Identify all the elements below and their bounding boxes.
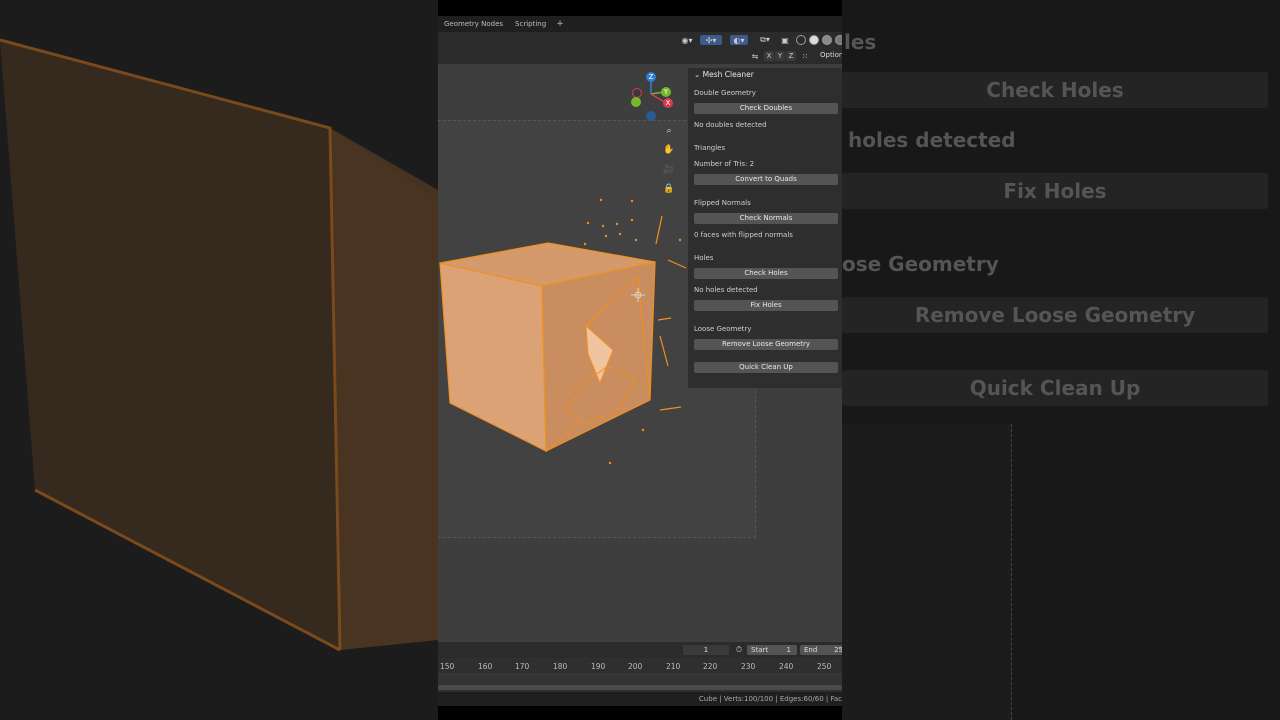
doubles-status: No doubles detected bbox=[694, 121, 767, 129]
axis-z-toggle[interactable]: Z bbox=[786, 51, 796, 61]
blurred-top-fragment: les bbox=[844, 30, 877, 54]
blurred-check-holes: Check Holes bbox=[842, 72, 1268, 108]
blurred-cube-shape bbox=[0, 38, 438, 652]
status-bar: Cube | Verts:100/100 | Edges:60/60 | Fac bbox=[438, 692, 842, 706]
gizmo-neg-z[interactable] bbox=[646, 111, 656, 121]
right-blurred-background: les Check Holes holes detected Fix Holes… bbox=[842, 0, 1280, 720]
holes-label: Holes bbox=[694, 254, 714, 262]
overlay-toggle-icon[interactable]: ◐▾ bbox=[730, 35, 748, 45]
mesh-cleaner-panel: ⌄ Mesh Cleaner Double Geometry Check Dou… bbox=[688, 68, 842, 388]
top-bar bbox=[438, 0, 842, 16]
remove-loose-geometry-button[interactable]: Remove Loose Geometry bbox=[694, 339, 838, 350]
add-workspace-button[interactable]: + bbox=[552, 19, 568, 29]
wireframe-shading-icon[interactable] bbox=[796, 35, 806, 45]
timeline-header: 1 ⏱ Start 1 End 25 bbox=[438, 642, 842, 658]
snap-icon[interactable]: ⁙ bbox=[800, 51, 810, 61]
check-holes-button[interactable]: Check Holes bbox=[694, 268, 838, 279]
solid-shading-icon[interactable] bbox=[809, 35, 819, 45]
blurred-fix-holes: Fix Holes bbox=[842, 173, 1268, 209]
start-frame-field[interactable]: Start 1 bbox=[747, 645, 797, 655]
frame-tick: 160 bbox=[478, 662, 493, 671]
axis-y-toggle[interactable]: Y bbox=[775, 51, 785, 61]
axis-x-toggle[interactable]: X bbox=[764, 51, 774, 61]
left-blurred-background bbox=[0, 0, 438, 720]
check-doubles-button[interactable]: Check Doubles bbox=[694, 103, 838, 114]
camera-view-icon[interactable]: 🎥 bbox=[662, 163, 676, 177]
stopwatch-icon[interactable]: ⏱ bbox=[734, 645, 744, 655]
workspace-tabs: Geometry Nodes Scripting + bbox=[438, 16, 842, 32]
blurred-loose-geometry: ose Geometry bbox=[842, 252, 999, 276]
timeline-scrollbar[interactable] bbox=[438, 685, 842, 690]
blender-window: Geometry Nodes Scripting + ◉▾ ✣▾ ◐▾ ⧉▾ ▣… bbox=[438, 0, 842, 720]
frame-tick: 250 bbox=[817, 662, 832, 671]
scene-statistics: Cube | Verts:100/100 | Edges:60/60 | Fac bbox=[698, 695, 842, 703]
frame-tick: 230 bbox=[741, 662, 756, 671]
blurred-remove-loose: Remove Loose Geometry bbox=[842, 297, 1268, 333]
toggle-xray-icon[interactable]: ▣ bbox=[780, 35, 790, 45]
current-frame-field[interactable]: 1 bbox=[683, 645, 729, 655]
gizmo-x-axis[interactable]: X bbox=[663, 98, 673, 108]
timeline[interactable]: 150 160 170 180 190 200 210 220 230 240 … bbox=[438, 658, 842, 692]
double-geometry-label: Double Geometry bbox=[694, 89, 756, 97]
triangles-label: Triangles bbox=[694, 144, 726, 152]
viewport-header: ◉▾ ✣▾ ◐▾ ⧉▾ ▣ bbox=[438, 32, 842, 48]
blurred-viewport-area bbox=[842, 424, 1012, 720]
convert-to-quads-button[interactable]: Convert to Quads bbox=[694, 174, 838, 185]
loose-geometry-label: Loose Geometry bbox=[694, 325, 752, 333]
chevron-down-icon[interactable]: ⌄ bbox=[694, 70, 703, 79]
panel-title[interactable]: ⌄ Mesh Cleaner bbox=[694, 70, 754, 79]
zoom-icon[interactable]: ⌕ bbox=[662, 124, 676, 138]
frame-tick: 170 bbox=[515, 662, 530, 671]
bottom-bar bbox=[438, 706, 842, 720]
flipped-normals-label: Flipped Normals bbox=[694, 199, 751, 207]
frame-tick: 220 bbox=[703, 662, 718, 671]
holes-status: No holes detected bbox=[694, 286, 758, 294]
fix-holes-button[interactable]: Fix Holes bbox=[694, 300, 838, 311]
blurred-holes-detected: holes detected bbox=[848, 128, 1016, 152]
pan-hand-icon[interactable]: ✋ bbox=[662, 143, 676, 157]
quick-clean-up-button[interactable]: Quick Clean Up bbox=[694, 362, 838, 373]
3d-viewport[interactable]: Z Y X ⌕ ✋ 🎥 🔒 ⌄ Mesh Cleaner Double Geom… bbox=[438, 64, 842, 642]
xray-icon[interactable]: ⧉▾ bbox=[756, 35, 774, 45]
normals-status: 0 faces with flipped normals bbox=[694, 231, 793, 239]
gizmo-y-axis[interactable]: Y bbox=[661, 87, 671, 97]
tab-geometry-nodes[interactable]: Geometry Nodes bbox=[438, 20, 509, 28]
tris-count: Number of Tris: 2 bbox=[694, 160, 755, 168]
check-normals-button[interactable]: Check Normals bbox=[694, 213, 838, 224]
end-frame-field[interactable]: End 25 bbox=[800, 645, 842, 655]
options-dropdown[interactable]: Option bbox=[820, 51, 842, 59]
frame-tick: 200 bbox=[628, 662, 643, 671]
tab-scripting[interactable]: Scripting bbox=[509, 20, 552, 28]
frame-tick: 210 bbox=[666, 662, 681, 671]
rendered-shading-icon[interactable] bbox=[835, 35, 842, 45]
frame-tick: 190 bbox=[591, 662, 606, 671]
lock-icon[interactable]: 🔒 bbox=[662, 182, 676, 196]
frame-tick: 150 bbox=[440, 662, 455, 671]
frame-tick: 240 bbox=[779, 662, 794, 671]
visibility-icon[interactable]: ◉▾ bbox=[678, 35, 696, 45]
timeline-track[interactable] bbox=[438, 674, 842, 684]
gizmo-z-axis[interactable]: Z bbox=[646, 72, 656, 82]
material-shading-icon[interactable] bbox=[822, 35, 832, 45]
blurred-quick-cleanup: Quick Clean Up bbox=[842, 370, 1268, 406]
frame-tick: 180 bbox=[553, 662, 568, 671]
gizmo-neg-y[interactable] bbox=[631, 97, 641, 107]
mirror-icon[interactable]: ⇋ bbox=[750, 51, 760, 61]
gizmo-toggle-icon[interactable]: ✣▾ bbox=[700, 35, 722, 45]
